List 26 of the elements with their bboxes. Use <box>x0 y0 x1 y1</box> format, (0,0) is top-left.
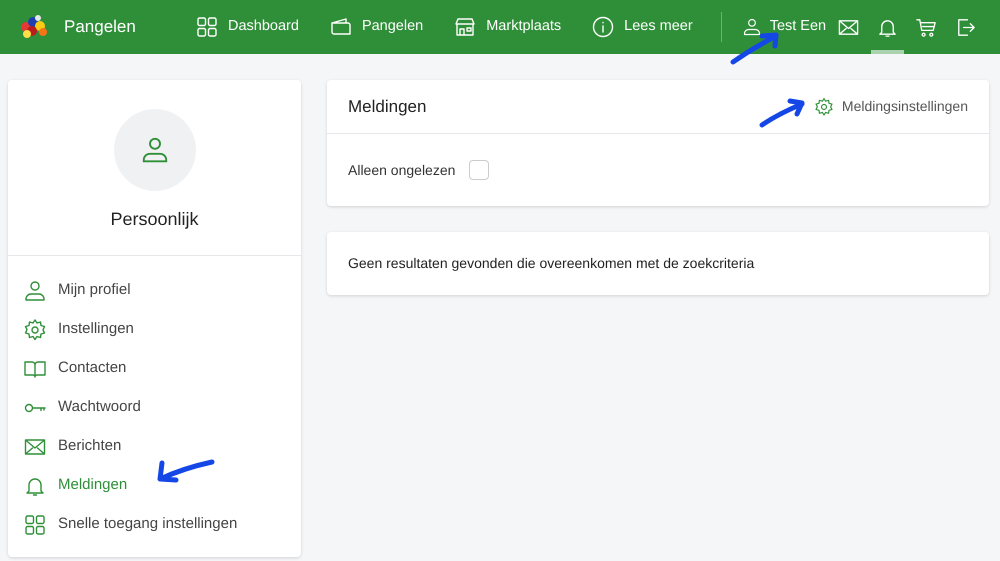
sidebar-item[interactable]: Wachtwoord <box>23 393 301 422</box>
user-icon <box>742 17 762 37</box>
sidebar-item[interactable]: Snelle toegang instellingen <box>23 510 301 539</box>
info-icon <box>591 15 616 39</box>
settings-link[interactable]: Meldingsinstellingen <box>814 96 968 117</box>
settings-icon <box>23 318 47 342</box>
empty-message: Geen resultaten gevonden die overeenkomen met de zoekcriteria <box>348 254 754 273</box>
brand-name[interactable]: Pangelen <box>64 14 136 40</box>
grid-icon <box>195 15 219 39</box>
user-icon <box>23 278 47 302</box>
sidebar-item[interactable]: Berichten <box>23 432 301 461</box>
nav-link[interactable]: Marktplaats <box>453 15 562 39</box>
card-title: Meldingen <box>348 96 426 118</box>
user-link[interactable]: Test Een <box>742 16 826 38</box>
sidebar-item[interactable]: Meldingen <box>23 471 301 500</box>
nav-link[interactable]: Dashboard <box>195 15 299 39</box>
nav-link[interactable]: Lees meer <box>591 15 693 39</box>
grid-icon <box>23 512 47 536</box>
settings-icon <box>814 96 834 116</box>
sidebar-title: Persoonlijk <box>110 208 199 231</box>
sidebar-item[interactable]: Contacten <box>23 354 301 383</box>
sidebar-item[interactable]: Instellingen <box>23 315 301 344</box>
nav-link[interactable]: Pangelen <box>328 15 424 39</box>
unread-checkbox[interactable] <box>469 160 490 180</box>
sidebar-item[interactable]: Mijn profiel <box>23 276 301 305</box>
filter-label: Alleen ongelezen <box>348 160 456 180</box>
